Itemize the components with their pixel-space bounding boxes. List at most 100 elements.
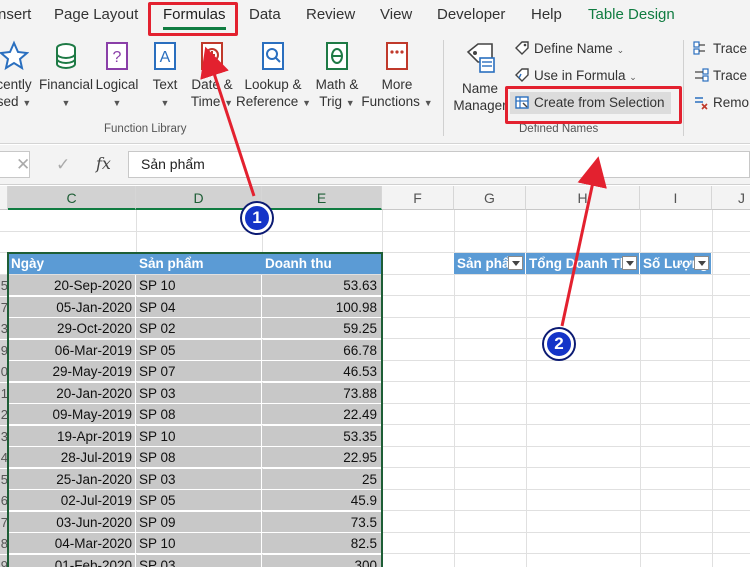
cell-date[interactable]: 20-Sep-2020 <box>8 275 136 296</box>
row-header[interactable]: 1 <box>0 383 8 404</box>
cell-revenue[interactable]: 73.88 <box>262 383 382 404</box>
tab-developer[interactable]: Developer <box>437 6 505 23</box>
cell-date[interactable]: 25-Jan-2020 <box>8 469 136 490</box>
cell-revenue[interactable]: 53.63 <box>262 275 382 296</box>
cell-product[interactable]: SP 05 <box>136 490 262 511</box>
cell-date[interactable]: 05-Jan-2020 <box>8 297 136 318</box>
cell-date[interactable]: 19-Apr-2019 <box>8 426 136 447</box>
cell-date[interactable]: 01-Feb-2020 <box>8 555 136 567</box>
cell-product[interactable]: SP 05 <box>136 340 262 361</box>
tab-page-layout[interactable]: Page Layout <box>54 6 138 23</box>
cell-product[interactable]: SP 07 <box>136 361 262 382</box>
date-time-button[interactable]: Date & Time ▼ <box>184 40 240 112</box>
column-header-e[interactable]: E <box>262 186 382 210</box>
cell-revenue[interactable]: 53.35 <box>262 426 382 447</box>
cell-revenue[interactable]: 66.78 <box>262 340 382 361</box>
cell-revenue[interactable]: 46.53 <box>262 361 382 382</box>
cell-date[interactable]: 29-Oct-2020 <box>8 318 136 339</box>
row-header[interactable]: 8 <box>0 533 8 554</box>
cell-product[interactable]: SP 10 <box>136 426 262 447</box>
cell-date[interactable]: 29-May-2019 <box>8 361 136 382</box>
column-header-j[interactable]: J <box>712 186 750 210</box>
row-header[interactable]: 5 <box>0 275 8 296</box>
cell-product[interactable]: SP 09 <box>136 512 262 533</box>
trace-dependents-button[interactable]: Trace <box>693 67 747 85</box>
logical-button[interactable]: ? Logical ▼ <box>91 40 143 112</box>
table-header-date[interactable]: Ngày <box>8 253 136 274</box>
more-functions-button[interactable]: More Functions ▼ <box>360 40 434 112</box>
cell-product[interactable]: SP 03 <box>136 383 262 404</box>
tab-table-design[interactable]: Table Design <box>588 6 675 23</box>
cell-revenue[interactable]: 300 <box>262 555 382 567</box>
cell-product[interactable]: SP 03 <box>136 555 262 567</box>
pivot-header-total-revenue[interactable]: Tổng Doanh Thu <box>526 253 640 274</box>
cell-product[interactable]: SP 03 <box>136 469 262 490</box>
cell-revenue[interactable]: 45.9 <box>262 490 382 511</box>
tab-review[interactable]: Review <box>306 6 355 23</box>
cell-revenue[interactable]: 73.5 <box>262 512 382 533</box>
cell-date[interactable]: 20-Jan-2020 <box>8 383 136 404</box>
cell-product[interactable]: SP 10 <box>136 275 262 296</box>
column-header-f[interactable]: F <box>382 186 454 210</box>
row-header[interactable]: 9 <box>0 555 8 567</box>
formula-input[interactable]: Sản phẩm <box>128 151 750 178</box>
cell-revenue[interactable]: 59.25 <box>262 318 382 339</box>
filter-dropdown-icon[interactable] <box>508 256 523 270</box>
row-header[interactable]: 7 <box>0 512 8 533</box>
cell-product[interactable]: SP 08 <box>136 404 262 425</box>
table-header-revenue[interactable]: Doanh thu <box>262 253 382 274</box>
name-manager-button[interactable]: Name Manager <box>450 40 510 114</box>
insert-function-icon[interactable]: fx <box>96 154 111 173</box>
cell-product[interactable]: SP 02 <box>136 318 262 339</box>
column-header-g[interactable]: G <box>454 186 526 210</box>
cell-date[interactable]: 09-May-2019 <box>8 404 136 425</box>
financial-button[interactable]: Financial ▼ <box>38 40 94 112</box>
pivot-header-quantity[interactable]: Số Lượng <box>640 253 712 274</box>
row-header[interactable]: 9 <box>0 340 8 361</box>
cell-revenue[interactable]: 22.95 <box>262 447 382 468</box>
cell-revenue[interactable]: 82.5 <box>262 533 382 554</box>
row-header[interactable]: 3 <box>0 426 8 447</box>
column-header-c[interactable]: C <box>8 186 136 210</box>
cell-date[interactable]: 03-Jun-2020 <box>8 512 136 533</box>
math-trig-button[interactable]: Math & Trig ▼ <box>310 40 364 112</box>
use-in-formula-button[interactable]: Use in Formula ⌄ <box>514 67 637 86</box>
cell-date[interactable]: 04-Mar-2020 <box>8 533 136 554</box>
recently-used-button[interactable]: cently sed ▼ <box>0 40 42 112</box>
row-header[interactable]: 5 <box>0 469 8 490</box>
worksheet-grid[interactable]: C D E F G H I J Ngày Sản phẩm Doanh thu … <box>0 186 750 567</box>
tab-insert[interactable]: nsert <box>0 6 31 23</box>
row-header[interactable]: 6 <box>0 490 8 511</box>
tab-help[interactable]: Help <box>531 6 562 23</box>
column-header-h[interactable]: H <box>526 186 640 210</box>
cell-revenue[interactable]: 100.98 <box>262 297 382 318</box>
cell-date[interactable]: 28-Jul-2019 <box>8 447 136 468</box>
enter-icon[interactable]: ✓ <box>56 155 70 175</box>
row-header[interactable]: 3 <box>0 318 8 339</box>
cell-product[interactable]: SP 04 <box>136 297 262 318</box>
define-name-button[interactable]: Define Name ⌄ <box>514 40 624 59</box>
column-header-d[interactable]: D <box>136 186 262 210</box>
table-header-product[interactable]: Sản phẩm <box>136 253 262 274</box>
remove-arrows-button[interactable]: Remo <box>693 94 749 112</box>
cell-product[interactable]: SP 08 <box>136 447 262 468</box>
filter-dropdown-icon[interactable] <box>622 256 637 270</box>
tab-data[interactable]: Data <box>249 6 281 23</box>
row-header[interactable]: 0 <box>0 361 8 382</box>
cell-revenue[interactable]: 22.49 <box>262 404 382 425</box>
pivot-header-product[interactable]: Sản phẩm <box>454 253 526 274</box>
trace-precedents-button[interactable]: Trace <box>693 40 747 58</box>
row-header[interactable]: 2 <box>0 404 8 425</box>
filter-dropdown-icon[interactable] <box>694 256 709 270</box>
lookup-reference-button[interactable]: Lookup & Reference ▼ <box>236 40 311 112</box>
cell-date[interactable]: 02-Jul-2019 <box>8 490 136 511</box>
column-header-i[interactable]: I <box>640 186 712 210</box>
cell-product[interactable]: SP 10 <box>136 533 262 554</box>
row-header[interactable]: 4 <box>0 447 8 468</box>
text-button[interactable]: A Text ▼ <box>143 40 187 112</box>
cancel-icon[interactable]: ✕ <box>16 155 30 175</box>
row-header[interactable]: 7 <box>0 297 8 318</box>
tab-view[interactable]: View <box>380 6 412 23</box>
cell-date[interactable]: 06-Mar-2019 <box>8 340 136 361</box>
cell-revenue[interactable]: 25 <box>262 469 382 490</box>
